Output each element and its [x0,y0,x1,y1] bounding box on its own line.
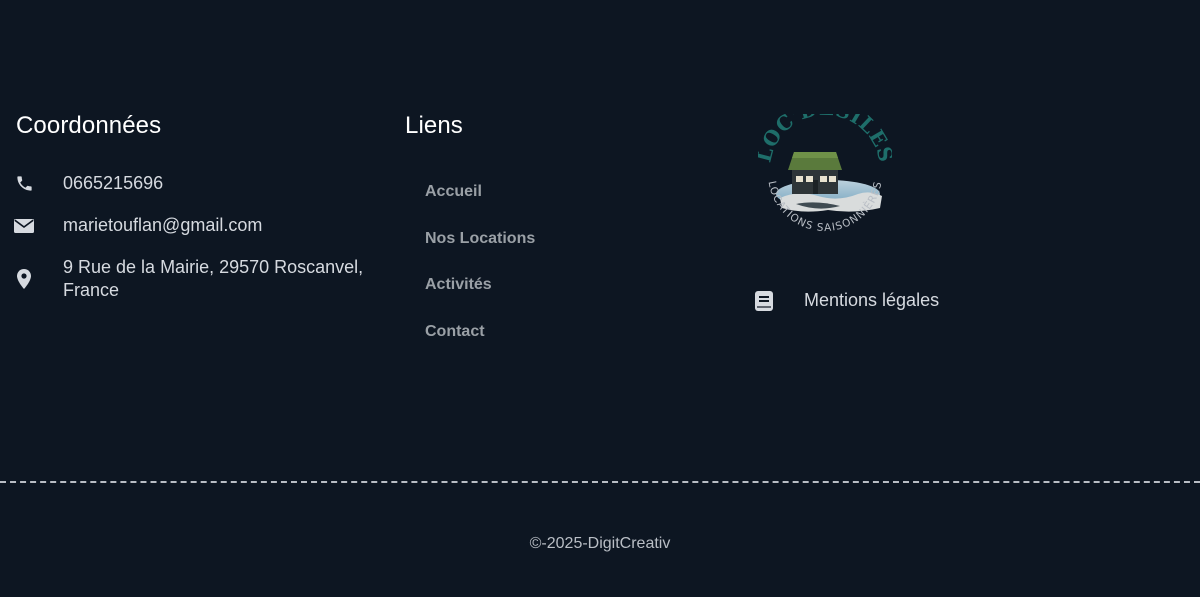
footer-link-activites[interactable]: Activités [425,276,535,323]
contact-column-title: Coordonnées [16,112,162,139]
legal-notice-link[interactable]: Mentions légales [755,290,939,311]
footer-link-nos-locations[interactable]: Nos Locations [425,230,535,277]
phone-icon [14,174,34,194]
site-footer: Coordonnées 0665215696 marietouflan@gmai… [0,0,1200,597]
links-column-title: Liens [405,112,463,139]
contact-address-row: 9 Rue de la Mairie, 29570 Roscanvel, Fra… [14,256,383,302]
envelope-icon [14,216,34,236]
footer-nav: Accueil Nos Locations Activités Contact [425,183,535,369]
contact-phone-row: 0665215696 [14,173,163,194]
contact-address: 9 Rue de la Mairie, 29570 Roscanvel, Fra… [63,257,364,300]
legal-notice-label: Mentions légales [804,290,940,310]
map-pin-icon [14,269,34,289]
copyright-text: ©-2025-DigitCreativ [529,535,671,552]
footer-link-accueil[interactable]: Accueil [425,183,535,230]
footer-divider [0,481,1200,483]
site-logo[interactable]: LOC'DESILES LOCATIONS SAISONNIÈRES [752,96,898,248]
footer-link-contact[interactable]: Contact [425,323,535,370]
contact-email[interactable]: marietouflan@gmail.com [63,215,262,236]
contact-phone[interactable]: 0665215696 [63,173,163,194]
book-icon [755,290,773,311]
contact-email-row: marietouflan@gmail.com [14,215,262,236]
